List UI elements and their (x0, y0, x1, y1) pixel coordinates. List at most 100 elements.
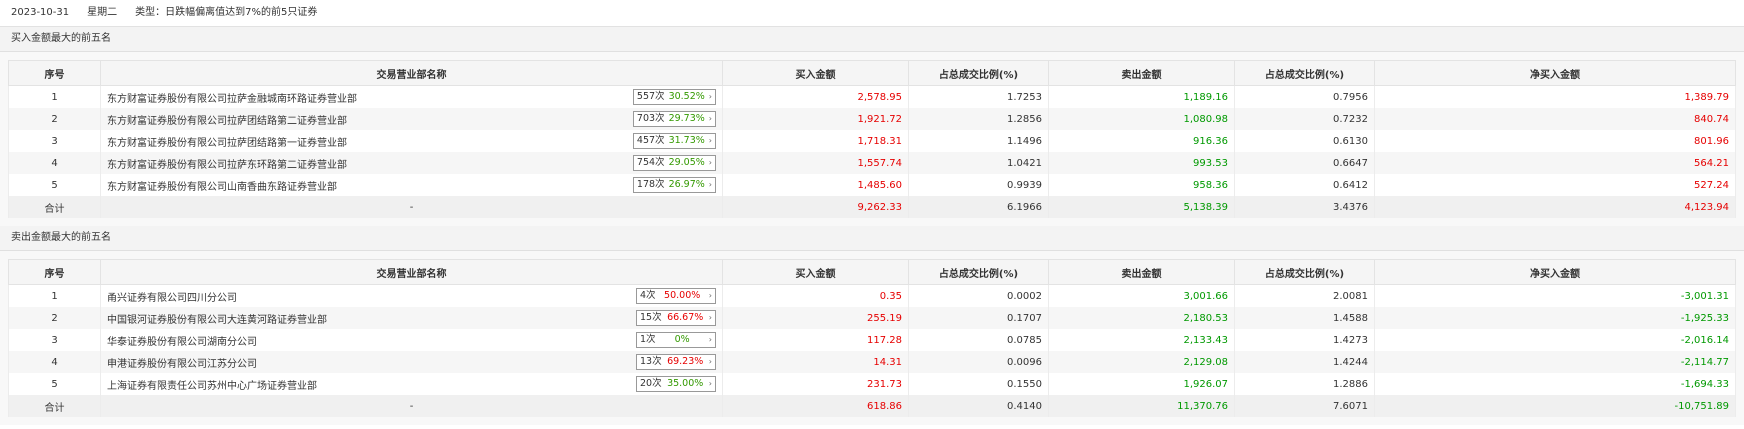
column-header: 净买入金额 (1374, 259, 1736, 285)
buy-table-header: 序号 交易营业部名称 买入金额 占总成交比例(%) 卖出金额 占总成交比例(%) 净买入金额 (8, 60, 1736, 86)
dept-stats-badge[interactable]: 15次 66.67% › (636, 310, 716, 326)
dept-cell: 申港证券股份有限公司江苏分公司 13次 69.23% › (100, 351, 723, 373)
dept-stats-badge[interactable]: 20次 35.00% › (636, 376, 716, 392)
buy-amount: 117.28 (722, 329, 909, 351)
buy-section-title: 买入金额最大的前五名 (0, 27, 1744, 52)
column-header: 序号 (8, 259, 101, 285)
dept-name-link[interactable]: 上海证券有限责任公司苏州中心广场证券营业部 (107, 377, 317, 392)
dept-stats-badge[interactable]: 557次 30.52% › (632, 89, 716, 105)
row-index: 4 (8, 152, 101, 174)
buy-amount: 0.35 (722, 284, 909, 307)
total-sell-percent: 7.6071 (1234, 395, 1375, 417)
row-index: 3 (8, 130, 101, 152)
buy-table: 序号 交易营业部名称 买入金额 占总成交比例(%) 卖出金额 占总成交比例(%) 净买入金额… (8, 60, 1736, 218)
chevron-right-icon: › (708, 335, 712, 344)
buy-table-body: 1 东方财富证券股份有限公司拉萨金融城南环路证券营业部 557次 30.52% › 2,5… (8, 85, 1736, 218)
appearance-count: 754次 (636, 157, 665, 168)
dept-cell: 东方财富证券股份有限公司山南香曲东路证券营业部 178次 26.97% › (100, 174, 723, 196)
buy-amount: 1,921.72 (722, 108, 909, 130)
dept-cell: 东方财富证券股份有限公司拉萨东环路第二证券营业部 754次 29.05% › (100, 152, 723, 174)
chevron-right-icon: › (708, 291, 712, 300)
sell-percent: 1.4273 (1234, 329, 1375, 351)
chevron-right-icon: › (708, 313, 712, 322)
sell-section-title: 卖出金额最大的前五名 (0, 226, 1744, 251)
buy-percent: 0.1707 (908, 307, 1049, 329)
dept-stats-badge[interactable]: 13次 69.23% › (636, 354, 716, 370)
dept-stats-badge[interactable]: 703次 29.73% › (632, 111, 716, 127)
sell-percent: 0.6647 (1234, 152, 1375, 174)
sell-amount: 916.36 (1048, 130, 1235, 152)
sell-percent: 0.7232 (1234, 108, 1375, 130)
buy-percent: 1.2856 (908, 108, 1049, 130)
net-buy-amount: 564.21 (1374, 152, 1736, 174)
sell-percent: 1.2886 (1234, 373, 1375, 395)
chevron-right-icon: › (708, 357, 712, 366)
dept-stats-badge[interactable]: 4次 50.00% › (636, 288, 716, 304)
sell-table-header: 序号 交易营业部名称 买入金额 占总成交比例(%) 卖出金额 占总成交比例(%) 净买入金额 (8, 259, 1736, 285)
dept-name-link[interactable]: 甬兴证券有限公司四川分公司 (107, 289, 237, 304)
row-index: 1 (8, 85, 101, 108)
chevron-right-icon: › (708, 92, 712, 101)
buy-amount: 1,718.31 (722, 130, 909, 152)
dept-cell: 东方财富证券股份有限公司拉萨金融城南环路证券营业部 557次 30.52% › (100, 85, 723, 108)
buy-percent: 1.1496 (908, 130, 1049, 152)
dept-stats-badge[interactable]: 754次 29.05% › (632, 155, 716, 171)
buy-percent: 0.1550 (908, 373, 1049, 395)
dept-cell: 中国银河证券股份有限公司大连黄河路证券营业部 15次 66.67% › (100, 307, 723, 329)
table-row: 3 东方财富证券股份有限公司拉萨团结路第一证券营业部 457次 31.73% › 1,71… (8, 130, 1736, 152)
total-label: 合计 (8, 196, 101, 218)
row-index: 2 (8, 307, 101, 329)
column-header: 交易营业部名称 (100, 259, 723, 285)
buy-percent: 0.0002 (908, 284, 1049, 307)
dept-name-link[interactable]: 东方财富证券股份有限公司拉萨东环路第二证券营业部 (107, 156, 347, 171)
appearance-count: 13次 (640, 356, 662, 367)
buy-percent: 0.9939 (908, 174, 1049, 196)
win-rate: 29.05% (668, 157, 705, 168)
win-rate: 26.97% (668, 179, 705, 190)
total-net-buy-amount: 4,123.94 (1374, 196, 1736, 218)
buy-percent: 0.0785 (908, 329, 1049, 351)
table-row: 1 甬兴证券有限公司四川分公司 4次 50.00% › 0.35 0.0002 3,001.6… (8, 284, 1736, 307)
info-bar: 2023-10-31 星期二 类型：日跌幅偏离值达到7%的前5只证券 (0, 0, 1744, 27)
buy-amount: 1,485.60 (722, 174, 909, 196)
sell-percent: 0.6130 (1234, 130, 1375, 152)
dept-name-link[interactable]: 东方财富证券股份有限公司拉萨金融城南环路证券营业部 (107, 90, 357, 105)
total-buy-percent: 0.4140 (908, 395, 1049, 417)
chevron-right-icon: › (708, 379, 712, 388)
win-rate: 29.73% (668, 113, 705, 124)
dept-stats-badge[interactable]: 1次 0% › (636, 332, 716, 348)
table-row: 2 中国银河证券股份有限公司大连黄河路证券营业部 15次 66.67% › 255.19 0… (8, 307, 1736, 329)
chevron-right-icon: › (708, 136, 712, 145)
buy-amount: 2,578.95 (722, 85, 909, 108)
buy-percent: 1.7253 (908, 85, 1049, 108)
dept-stats-badge[interactable]: 178次 26.97% › (632, 177, 716, 193)
total-buy-percent: 6.1966 (908, 196, 1049, 218)
appearance-count: 1次 (640, 334, 656, 345)
total-row: 合计 -9,262.33 6.1966 5,138.39 3.4376 4,123.94 (8, 196, 1736, 218)
dept-stats-badge[interactable]: 457次 31.73% › (632, 133, 716, 149)
chevron-right-icon: › (708, 114, 712, 123)
sell-amount: 3,001.66 (1048, 284, 1235, 307)
row-index: 5 (8, 174, 101, 196)
column-header: 卖出金额 (1048, 60, 1235, 86)
dept-name-link[interactable]: 中国银河证券股份有限公司大连黄河路证券营业部 (107, 311, 327, 326)
appearance-count: 457次 (636, 135, 665, 146)
total-sell-amount: 11,370.76 (1048, 395, 1235, 417)
dept-name-link[interactable]: 华泰证券股份有限公司湖南分公司 (107, 333, 257, 348)
dept-cell: 东方财富证券股份有限公司拉萨团结路第一证券营业部 457次 31.73% › (100, 130, 723, 152)
dept-name-link[interactable]: 东方财富证券股份有限公司拉萨团结路第二证券营业部 (107, 112, 347, 127)
dept-cell: 甬兴证券有限公司四川分公司 4次 50.00% › (100, 284, 723, 307)
weekday: 星期二 (87, 7, 118, 18)
dept-name-link[interactable]: 东方财富证券股份有限公司山南香曲东路证券营业部 (107, 178, 337, 193)
net-buy-amount: -3,001.31 (1374, 284, 1736, 307)
total-dept-placeholder: - (100, 395, 723, 417)
dept-name-link[interactable]: 申港证券股份有限公司江苏分公司 (107, 355, 257, 370)
column-header: 卖出金额 (1048, 259, 1235, 285)
list-type: 类型：日跌幅偏离值达到7%的前5只证券 (135, 7, 318, 18)
dept-name-link[interactable]: 东方财富证券股份有限公司拉萨团结路第一证券营业部 (107, 134, 347, 149)
net-buy-amount: -2,114.77 (1374, 351, 1736, 373)
buy-amount: 231.73 (722, 373, 909, 395)
sell-amount: 2,129.08 (1048, 351, 1235, 373)
sell-amount: 1,926.07 (1048, 373, 1235, 395)
buy-amount: 14.31 (722, 351, 909, 373)
